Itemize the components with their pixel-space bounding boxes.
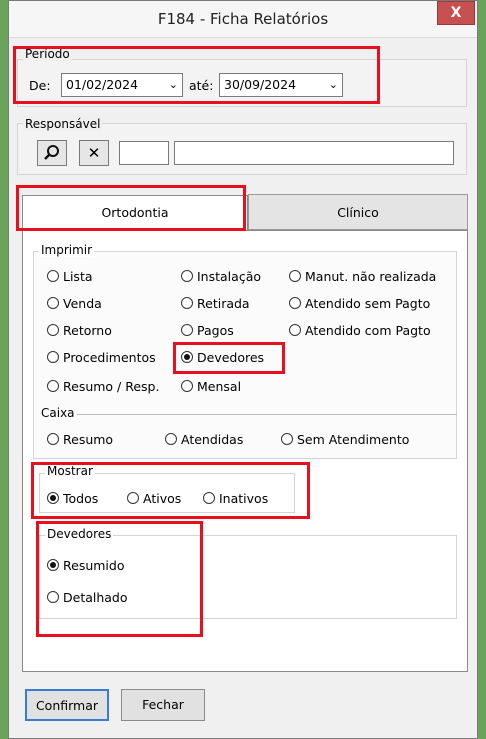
radio-label: Sem Atendimento bbox=[297, 431, 410, 447]
radio-label: Mensal bbox=[197, 378, 242, 394]
radio-label: Instalação bbox=[197, 268, 261, 284]
radio-atendido-com-pagto[interactable]: Atendido com Pagto bbox=[289, 321, 431, 339]
responsavel-label: Responsável bbox=[23, 117, 103, 131]
radio-label: Venda bbox=[63, 295, 102, 311]
radio-resumo-resp[interactable]: Resumo / Resp. bbox=[47, 377, 159, 395]
confirmar-button[interactable]: Confirmar bbox=[25, 689, 109, 721]
radio-label: Lista bbox=[63, 268, 93, 284]
tab-clinico[interactable]: Clínico bbox=[248, 194, 468, 230]
radio-procedimentos[interactable]: Procedimentos bbox=[47, 348, 156, 366]
radio-caixa-sem-atendimento[interactable]: Sem Atendimento bbox=[281, 430, 409, 448]
radio-label: Retirada bbox=[197, 295, 250, 311]
radio-dot bbox=[281, 433, 293, 445]
highlight-periodo bbox=[13, 46, 380, 104]
radio-instalacao[interactable]: Instalação bbox=[181, 267, 261, 285]
radio-label: Procedimentos bbox=[63, 349, 156, 365]
highlight-mostrar bbox=[31, 462, 310, 519]
radio-caixa-resumo[interactable]: Resumo bbox=[47, 430, 113, 448]
close-icon: ✕ bbox=[87, 144, 101, 162]
highlight-ortodontia-tab bbox=[16, 185, 246, 231]
radio-manut-nao-realizada[interactable]: Manut. não realizada bbox=[289, 267, 436, 285]
radio-label: Resumo bbox=[63, 431, 114, 447]
radio-dot bbox=[47, 324, 59, 336]
radio-venda[interactable]: Venda bbox=[47, 294, 102, 312]
radio-dot bbox=[47, 351, 59, 363]
close-button[interactable]: X bbox=[437, 1, 475, 25]
radio-dot bbox=[181, 297, 193, 309]
radio-label: Pagos bbox=[197, 322, 234, 338]
radio-caixa-atendidas[interactable]: Atendidas bbox=[165, 430, 243, 448]
highlight-devedores-group bbox=[36, 521, 203, 637]
radio-dot bbox=[47, 380, 59, 392]
radio-dot bbox=[289, 270, 301, 282]
responsavel-code-input[interactable] bbox=[119, 141, 169, 165]
radio-dot bbox=[47, 433, 59, 445]
window-title: F184 - Ficha Relatórios bbox=[157, 10, 329, 28]
radio-retirada[interactable]: Retirada bbox=[181, 294, 250, 312]
radio-dot bbox=[47, 297, 59, 309]
radio-lista[interactable]: Lista bbox=[47, 267, 93, 285]
clear-button[interactable]: ✕ bbox=[79, 140, 109, 166]
radio-label: Manut. não realizada bbox=[305, 268, 437, 284]
radio-retorno[interactable]: Retorno bbox=[47, 321, 112, 339]
radio-label: Resumo / Resp. bbox=[63, 378, 160, 394]
radio-pagos[interactable]: Pagos bbox=[181, 321, 234, 339]
radio-dot bbox=[181, 324, 193, 336]
title-bar: F184 - Ficha Relatórios X bbox=[9, 1, 477, 38]
radio-label: Atendido com Pagto bbox=[305, 322, 431, 338]
radio-dot bbox=[289, 297, 301, 309]
radio-dot bbox=[289, 324, 301, 336]
radio-atendido-sem-pagto[interactable]: Atendido sem Pagto bbox=[289, 294, 430, 312]
caixa-divider bbox=[77, 414, 457, 415]
radio-label: Atendido sem Pagto bbox=[305, 295, 431, 311]
responsavel-name-input[interactable] bbox=[174, 141, 454, 165]
imprimir-label: Imprimir bbox=[39, 243, 95, 257]
radio-dot bbox=[181, 380, 193, 392]
radio-label: Retorno bbox=[63, 322, 112, 338]
radio-label: Atendidas bbox=[181, 431, 244, 447]
radio-dot bbox=[181, 270, 193, 282]
search-button[interactable] bbox=[37, 140, 67, 166]
dialog-window: F184 - Ficha Relatórios X Período De: 01… bbox=[8, 0, 478, 739]
caixa-label: Caixa bbox=[39, 406, 77, 420]
background-left bbox=[0, 0, 8, 739]
radio-mensal[interactable]: Mensal bbox=[181, 377, 241, 395]
search-icon bbox=[44, 145, 59, 160]
highlight-devedores-option bbox=[173, 342, 285, 374]
radio-dot bbox=[165, 433, 177, 445]
fechar-button[interactable]: Fechar bbox=[121, 689, 205, 721]
background-right bbox=[478, 0, 486, 739]
radio-dot bbox=[47, 270, 59, 282]
